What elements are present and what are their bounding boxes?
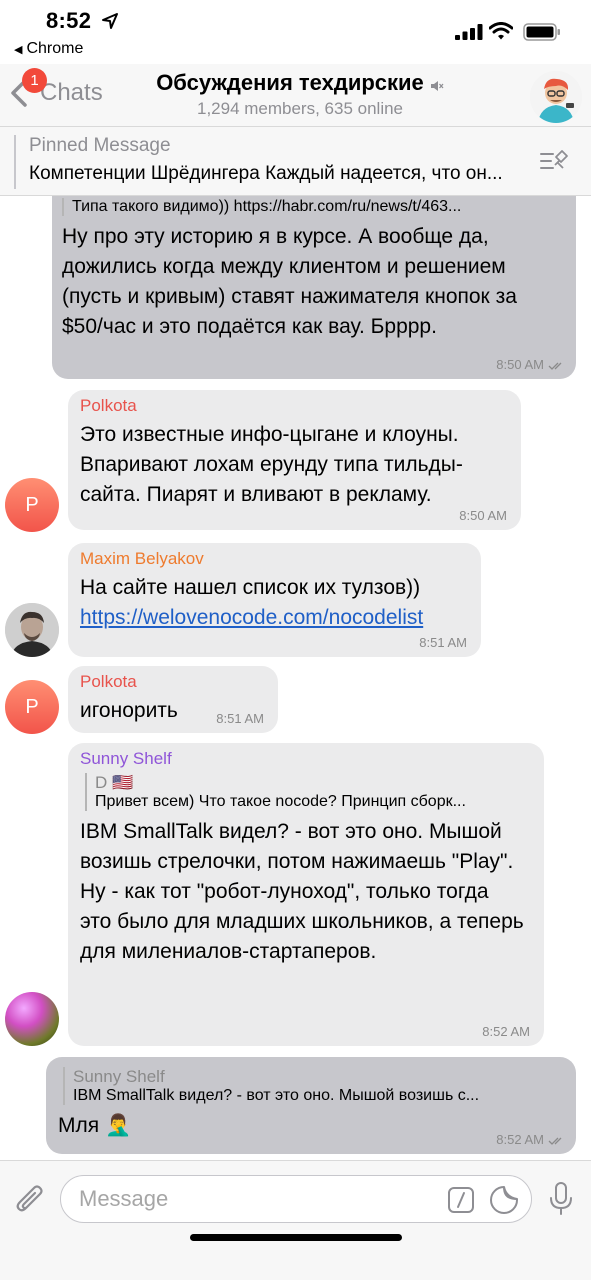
chat-subtitle: 1,294 members, 635 online (196, 99, 404, 118)
message-time: 8:50 AM (496, 357, 566, 372)
read-ticks-icon (548, 362, 562, 370)
read-ticks-icon (548, 1137, 562, 1145)
message-bubble-incoming[interactable]: Maxim Belyakov На сайте нашел список их … (68, 543, 481, 657)
message-list[interactable]: Типа такого видимо)) https://habr.com/ru… (0, 196, 591, 1160)
chat-header: Chats 1 Обсуждения техдирские 1,294 memb… (0, 64, 591, 126)
message-time: 8:51 AM (419, 635, 467, 650)
status-bar: 8:52 ◀ Chrome (0, 0, 591, 64)
message-time: 8:51 AM (216, 711, 264, 726)
chat-title: Обсуждения техдирские (156, 70, 424, 95)
pinned-label: Pinned Message (29, 135, 171, 156)
message-text: Мля 🤦‍♂️ (58, 1114, 132, 1137)
reply-text: Типа такого видимо)) https://habr.com/ru… (72, 198, 462, 215)
message-time-text: 8:50 AM (496, 357, 544, 372)
message-bubble-outgoing[interactable]: Sunny Shelf IBM SmallTalk видел? - вот э… (46, 1057, 576, 1154)
message-bubble-outgoing[interactable]: Типа такого видимо)) https://habr.com/ru… (52, 196, 576, 379)
sender-name[interactable]: Polkota (80, 396, 509, 416)
attach-icon[interactable] (14, 1181, 48, 1217)
signal-icon (455, 24, 483, 40)
message-bubble-incoming[interactable]: Polkota Это известные инфо-цыгане и клоу… (68, 390, 521, 530)
wifi-icon (489, 22, 513, 40)
message-placeholder: Message (79, 1186, 169, 1211)
message-bubble-incoming[interactable]: Polkota игонорить 8:51 AM (68, 666, 278, 733)
avatar-maxim-belyakov[interactable] (5, 603, 59, 657)
reply-name: Sunny Shelf (73, 1067, 165, 1086)
message-text: На сайте нашел список их тулзов)) (80, 576, 421, 599)
avatar-sunny-shelf[interactable] (5, 992, 59, 1046)
message-text: Это известные инфо-цыгане и клоуны. Впар… (80, 423, 463, 506)
message-time: 8:52 AM (496, 1132, 566, 1147)
unread-badge: 1 (22, 68, 47, 93)
location-arrow-icon (102, 13, 118, 29)
pin-list-icon[interactable] (539, 148, 569, 176)
message-text: Ну про эту историю я в курсе. А вообще д… (62, 225, 517, 338)
message-bubble-incoming[interactable]: Sunny Shelf D 🇺🇸 Привет всем) Что такое … (68, 743, 544, 1046)
reply-quote[interactable]: D 🇺🇸 Привет всем) Что такое nocode? Прин… (85, 773, 532, 811)
avatar-photo (5, 603, 59, 657)
sender-name[interactable]: Sunny Shelf (80, 749, 532, 769)
sticker-icon[interactable] (489, 1185, 519, 1215)
avatar-letter: P (25, 695, 39, 718)
input-bar: Message (0, 1160, 591, 1280)
message-text: IBM SmallTalk видел? - вот это оно. Мышо… (80, 820, 524, 963)
message-time-text: 8:52 AM (496, 1132, 544, 1147)
avatar-polkota[interactable]: P (5, 680, 59, 734)
back-label: Chats (40, 79, 103, 106)
back-to-app-link[interactable]: ◀ Chrome (14, 40, 83, 58)
pinned-indicator (14, 135, 16, 189)
mute-icon (430, 80, 444, 91)
group-avatar[interactable] (530, 71, 582, 123)
status-time: 8:52 (46, 8, 92, 33)
home-indicator[interactable] (190, 1234, 402, 1241)
sender-name[interactable]: Polkota (80, 672, 266, 692)
pinned-text: Компетенции Шрёдингера Каждый надеется, … (29, 163, 503, 184)
reply-text: Привет всем) Что такое nocode? Принцип с… (95, 793, 466, 810)
reply-text: IBM SmallTalk видел? - вот это оно. Мышо… (73, 1087, 480, 1104)
chat-title-area[interactable]: Обсуждения техдирские 1,294 members, 635… (120, 70, 480, 119)
message-time: 8:52 AM (482, 1024, 530, 1039)
message-link[interactable]: https://welovenocode.com/nocodelist (80, 603, 469, 633)
avatar-polkota[interactable]: P (5, 478, 59, 532)
avatar-letter: P (25, 493, 39, 516)
battery-icon (523, 23, 560, 41)
reply-name: D 🇺🇸 (95, 773, 134, 792)
pinned-message-bar[interactable]: Pinned Message Компетенции Шрёдингера Ка… (0, 126, 591, 196)
back-app-label: Chrome (26, 40, 84, 57)
message-input[interactable]: Message (60, 1175, 532, 1223)
sender-name[interactable]: Maxim Belyakov (80, 549, 469, 569)
command-icon[interactable] (447, 1186, 475, 1214)
reply-quote[interactable]: Sunny Shelf IBM SmallTalk видел? - вот э… (63, 1067, 558, 1105)
reply-quote[interactable]: Типа такого видимо)) https://habr.com/ru… (62, 198, 558, 216)
group-avatar-image (530, 71, 582, 123)
mic-icon[interactable] (548, 1181, 574, 1217)
message-time: 8:50 AM (459, 508, 507, 523)
back-triangle-icon: ◀ (14, 44, 23, 56)
